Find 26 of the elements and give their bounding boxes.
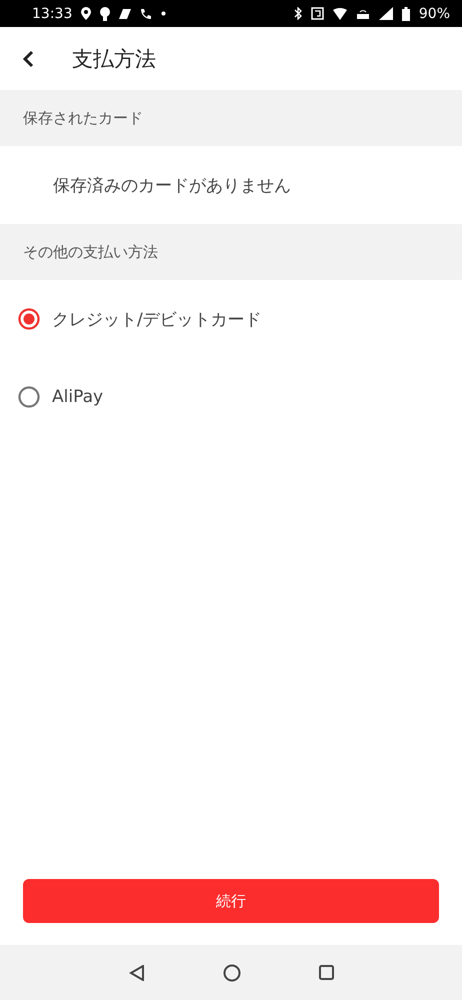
dot-icon	[161, 11, 166, 16]
section-header: 保存されたカード	[0, 90, 462, 146]
recents-icon[interactable]	[318, 965, 334, 980]
payment-option[interactable]: AliPay	[0, 358, 462, 436]
battery-percent: 90%	[418, 6, 450, 22]
signal-icon	[378, 7, 393, 20]
section-header: その他の支払い方法	[0, 224, 462, 280]
nfc-icon	[310, 7, 324, 20]
volte-icon	[356, 7, 370, 20]
back-icon[interactable]	[128, 964, 144, 980]
phone-icon	[140, 8, 152, 20]
lightbulb-icon	[100, 6, 110, 20]
bluetooth-icon	[294, 7, 302, 20]
wifi-icon	[332, 8, 347, 20]
radio-button[interactable]	[18, 386, 40, 408]
home-icon[interactable]	[222, 964, 240, 982]
location-icon	[81, 7, 92, 20]
page-title: 支払方法	[72, 46, 156, 72]
radio-button[interactable]	[18, 308, 40, 330]
parallelogram-icon	[119, 8, 132, 18]
continue-button[interactable]: 続行	[23, 879, 439, 923]
back-icon[interactable]	[22, 50, 34, 68]
payment-option[interactable]: クレジット/デビットカード	[0, 280, 462, 358]
clock: 13:33	[32, 6, 72, 22]
empty-message: 保存済みのカードがありません	[52, 174, 292, 198]
battery-icon	[402, 6, 410, 20]
